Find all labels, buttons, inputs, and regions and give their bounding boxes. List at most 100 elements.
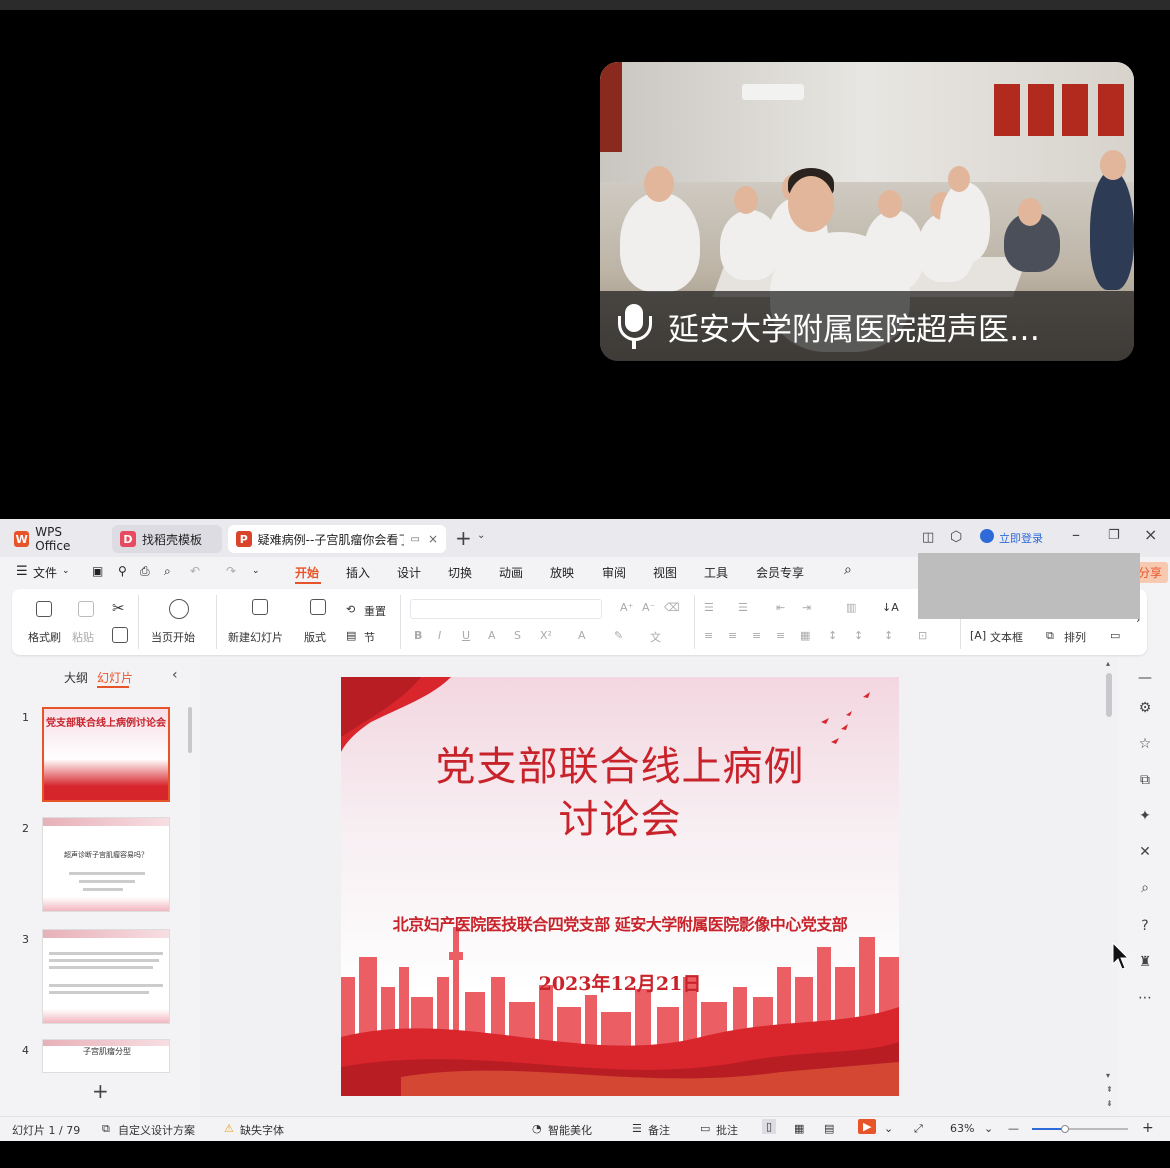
phonetic-icon[interactable]: 文 — [650, 629, 661, 645]
panel-scrollbar[interactable] — [188, 707, 192, 753]
normal-view-icon[interactable]: ▯ — [762, 1119, 777, 1134]
decrease-font-icon[interactable]: A⁻ — [642, 601, 655, 614]
preview-icon[interactable]: ⌕ — [164, 564, 171, 579]
missing-font[interactable]: 缺失字体 — [240, 1122, 284, 1138]
align-center-icon[interactable]: ≡ — [728, 629, 737, 642]
cut-icon[interactable]: ✂ — [112, 599, 125, 617]
animation-icon[interactable]: ✦ — [1136, 807, 1154, 825]
zoom-level[interactable]: 63% — [950, 1122, 974, 1135]
clear-format-icon[interactable]: ⌫ — [664, 601, 680, 614]
strikethrough-icon[interactable]: A — [488, 629, 496, 642]
text-align-icon[interactable]: ⊡ — [918, 629, 927, 642]
link-icon[interactable]: ⚲ — [118, 564, 127, 578]
columns-icon[interactable]: ▥ — [846, 601, 856, 614]
search-doc-icon[interactable]: ⌕ — [1136, 879, 1154, 897]
zoom-in-icon[interactable]: + — [1142, 1120, 1154, 1136]
menu-animation[interactable]: 动画 — [499, 564, 523, 581]
reading-view-icon[interactable]: ▤ — [824, 1122, 834, 1135]
indent-icon[interactable]: ⇥ — [802, 601, 811, 614]
close-window-icon[interactable]: × — [1144, 525, 1157, 544]
italic-icon[interactable]: I — [438, 629, 441, 642]
highlight-icon[interactable]: ✎ — [614, 629, 623, 642]
copy-shape-icon[interactable]: ⧉ — [1136, 771, 1154, 789]
cube-icon[interactable]: ⬡ — [950, 529, 962, 545]
section-button[interactable]: 节 — [364, 629, 375, 645]
settings-sliders-icon[interactable]: ⚙ — [1136, 699, 1154, 717]
bullets-icon[interactable]: ☰ — [704, 601, 714, 614]
chevron-down-icon[interactable]: ⌄ — [477, 530, 485, 541]
tab-wps-office[interactable]: W WPS Office — [6, 525, 106, 553]
more-icon[interactable]: ▭ — [1110, 629, 1120, 642]
panel-icon[interactable]: ◫ — [922, 530, 934, 545]
arrange-button[interactable]: 排列 — [1064, 629, 1086, 645]
justify-icon[interactable]: ≡ — [776, 629, 785, 642]
paste-button[interactable]: 粘贴 — [72, 629, 94, 645]
tab-document[interactable]: P 疑难病例--子宫肌瘤你会看了吗 ▭ × — [228, 525, 446, 553]
font-name-select[interactable] — [410, 599, 602, 619]
menu-member[interactable]: 会员专享 — [756, 564, 804, 581]
star-icon[interactable]: ☆ — [1136, 735, 1154, 753]
paragraph-spacing-icon[interactable]: ↕ — [854, 629, 863, 642]
slide-thumbnail-2[interactable]: 超声诊断子宫肌瘤容易吗？ — [42, 817, 170, 912]
chevron-down-icon[interactable]: ⌄ — [62, 566, 70, 576]
scroll-down-icon[interactable]: ▾ — [1106, 1071, 1110, 1080]
menu-design[interactable]: 设计 — [397, 564, 421, 581]
textbox-button[interactable]: 文本框 — [990, 629, 1023, 645]
menu-transition[interactable]: 切换 — [448, 564, 472, 581]
login-link[interactable]: 立即登录 — [999, 530, 1043, 546]
add-slide-icon[interactable]: + — [92, 1079, 109, 1103]
reset-button[interactable]: 重置 — [364, 603, 386, 619]
slide-thumbnail-3[interactable] — [42, 929, 170, 1024]
slide-thumbnail-4[interactable]: 子宫肌瘤分型 — [42, 1039, 170, 1073]
print-icon[interactable]: ⎙ — [140, 564, 150, 579]
superscript-icon[interactable]: X² — [540, 629, 552, 642]
zoom-slider-handle[interactable] — [1061, 1125, 1069, 1133]
numbering-icon[interactable]: ☰ — [738, 601, 748, 614]
video-tile[interactable]: 延安大学附属医院超声医… — [600, 62, 1134, 361]
menu-view[interactable]: 视图 — [653, 564, 677, 581]
save-icon[interactable]: ▣ — [92, 564, 103, 578]
help-icon[interactable]: ? — [1136, 917, 1154, 935]
new-tab-icon[interactable]: + — [455, 526, 472, 550]
from-current-button[interactable]: 当页开始 — [151, 629, 195, 645]
menu-review[interactable]: 审阅 — [602, 564, 626, 581]
design-scheme[interactable]: 自定义设计方案 — [118, 1122, 195, 1138]
chevron-down-icon[interactable]: ⌄ — [984, 1122, 993, 1135]
restore-icon[interactable]: ❐ — [1108, 528, 1120, 543]
menu-slideshow[interactable]: 放映 — [550, 564, 574, 581]
tab-template[interactable]: D 找稻壳模板 — [112, 525, 222, 553]
underline-icon[interactable]: U — [462, 629, 470, 642]
shadow-icon[interactable]: S — [514, 629, 521, 642]
new-slide-button[interactable]: 新建幻灯片 — [228, 629, 283, 645]
smart-beautify-button[interactable]: 智能美化 — [548, 1122, 592, 1138]
grid-view-icon[interactable]: ▦ — [794, 1122, 804, 1135]
comments-button[interactable]: 批注 — [716, 1122, 738, 1138]
chevron-down-icon[interactable]: ⌄ — [884, 1122, 893, 1135]
undo-icon[interactable]: ↶ — [190, 564, 200, 578]
fit-window-icon[interactable]: ⤢ — [914, 1122, 923, 1136]
format-painter-button[interactable]: 格式刷 — [28, 629, 61, 645]
minimize-icon[interactable]: – — [1072, 525, 1080, 544]
close-tab-icon[interactable]: × — [428, 532, 438, 546]
slides-tab[interactable]: 幻灯片 — [97, 669, 133, 686]
align-left-icon[interactable]: ≡ — [704, 629, 713, 642]
increase-font-icon[interactable]: A⁺ — [620, 601, 633, 614]
bold-icon[interactable]: B — [414, 629, 422, 642]
search-icon[interactable]: ⌕ — [844, 562, 852, 578]
text-direction-icon[interactable]: ↓A — [882, 601, 899, 614]
canvas-scrollbar[interactable] — [1106, 673, 1112, 717]
chevron-down-icon[interactable]: ⌄ — [252, 566, 260, 576]
prev-slide-icon[interactable]: ⇞ — [1106, 1085, 1113, 1094]
shirt-icon[interactable]: ♜ — [1136, 953, 1154, 971]
menu-tools[interactable]: 工具 — [704, 564, 728, 581]
redo-icon[interactable]: ↷ — [226, 564, 236, 578]
distribute-icon[interactable]: ▦ — [800, 629, 810, 642]
next-slide-icon[interactable]: ⇟ — [1106, 1099, 1113, 1108]
line-spacing-icon[interactable]: ↕ — [828, 629, 837, 642]
menu-file[interactable]: 文件 — [33, 564, 57, 581]
play-slideshow-button[interactable]: ▶ — [858, 1119, 877, 1134]
collapse-sidebar-icon[interactable]: — — [1136, 669, 1154, 687]
menu-insert[interactable]: 插入 — [346, 564, 370, 581]
para-spacing-dropdown-icon[interactable]: ↕ — [884, 629, 893, 642]
tools-icon[interactable]: ✕ — [1136, 843, 1154, 861]
